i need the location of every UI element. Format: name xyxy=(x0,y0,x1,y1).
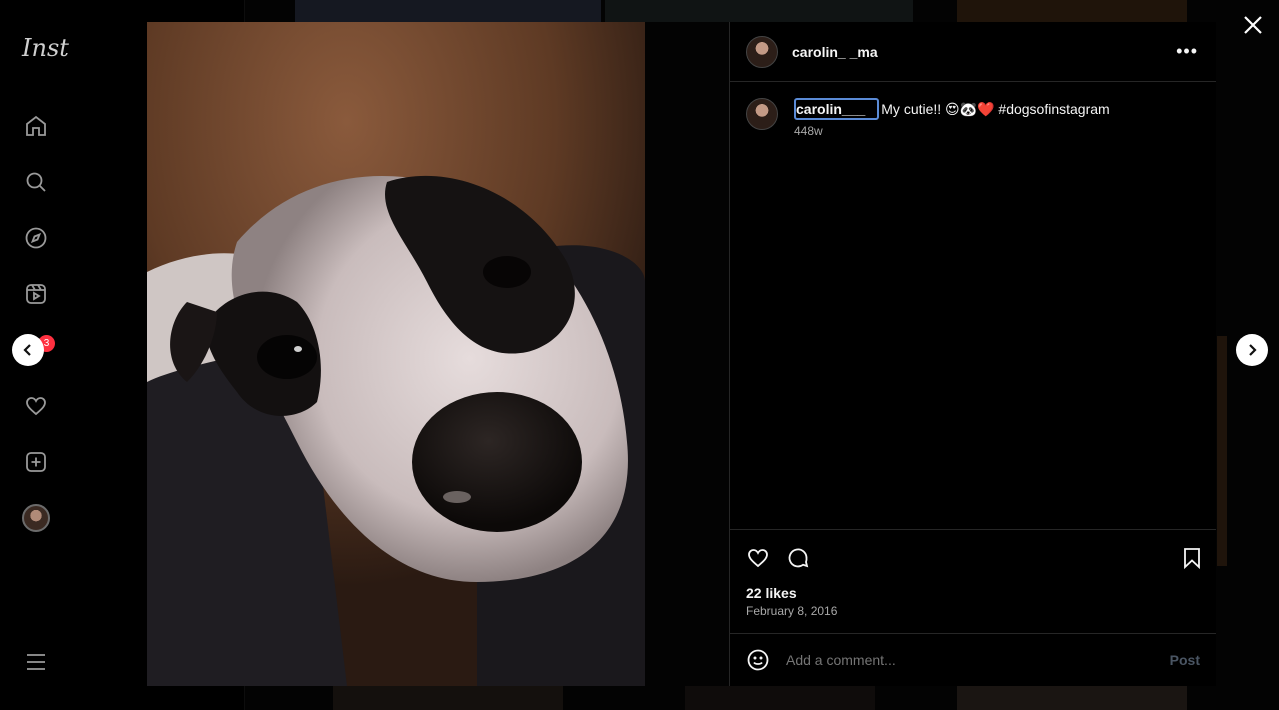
home-icon[interactable] xyxy=(22,112,50,140)
action-bar xyxy=(730,529,1216,589)
caption-timestamp[interactable]: 448w xyxy=(794,124,1110,138)
close-icon[interactable] xyxy=(1240,12,1266,38)
next-post-button[interactable] xyxy=(1236,334,1268,366)
chevron-right-icon xyxy=(1249,344,1257,356)
caption-avatar[interactable] xyxy=(746,98,778,130)
post-header: carolin_ _ma ••• xyxy=(730,22,1216,82)
more-options-icon[interactable]: ••• xyxy=(1176,42,1198,60)
author-avatar[interactable] xyxy=(746,35,778,68)
comment-icon[interactable] xyxy=(786,546,812,572)
save-icon[interactable] xyxy=(1180,546,1206,572)
likes-count[interactable]: 22 likes xyxy=(746,585,797,601)
caption-text: My cutie!! 😍🐼❤️ #dogsofinstagram xyxy=(881,101,1110,117)
profile-avatar[interactable] xyxy=(22,504,50,532)
create-icon[interactable] xyxy=(22,448,50,476)
previous-post-button[interactable] xyxy=(12,334,44,366)
like-icon[interactable] xyxy=(746,546,772,572)
comment-bar: Post xyxy=(730,633,1216,686)
post-details-panel: carolin_ _ma ••• carolin___ My cutie!! 😍🐼… xyxy=(729,22,1216,686)
heart-icon[interactable] xyxy=(22,392,50,420)
caption: carolin___ My cutie!! 😍🐼❤️ #dogsofinstagr… xyxy=(730,82,1216,154)
instagram-logo[interactable]: Inst xyxy=(22,34,69,62)
post-photo[interactable] xyxy=(147,22,645,686)
emoji-icon[interactable] xyxy=(746,648,770,672)
reels-icon[interactable] xyxy=(22,280,50,308)
comment-input[interactable] xyxy=(786,652,1170,668)
post-date: February 8, 2016 xyxy=(746,604,838,618)
post-comment-button[interactable]: Post xyxy=(1170,652,1200,668)
search-icon[interactable] xyxy=(22,168,50,196)
author-username[interactable]: carolin_ _ma xyxy=(792,44,878,60)
menu-icon[interactable] xyxy=(22,648,50,676)
explore-icon[interactable] xyxy=(22,224,50,252)
chevron-left-icon xyxy=(23,344,31,356)
caption-username[interactable]: carolin___ xyxy=(794,98,880,120)
